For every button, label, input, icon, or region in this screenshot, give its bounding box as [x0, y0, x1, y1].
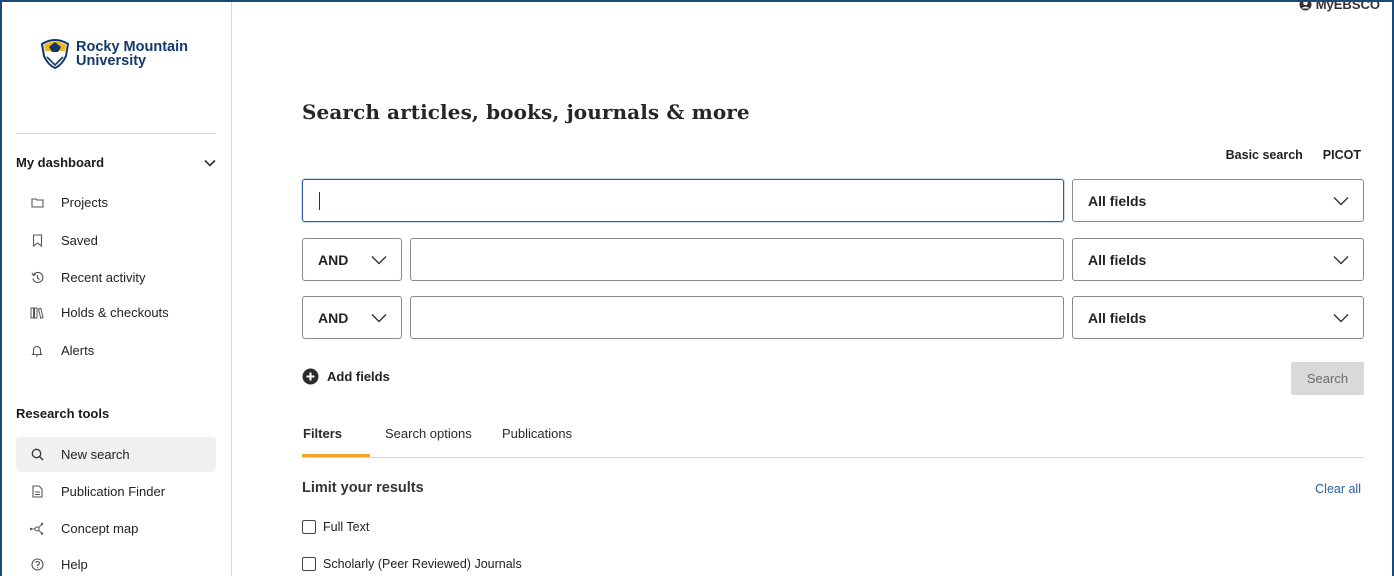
sidebar-item-holds-checkouts[interactable]: Holds & checkouts: [16, 295, 216, 330]
books-icon: [27, 307, 47, 319]
search-input-3[interactable]: [410, 296, 1064, 339]
sidebar-item-alerts[interactable]: Alerts: [16, 333, 216, 368]
field-select-1[interactable]: All fields: [1072, 179, 1364, 222]
sidebar-item-help[interactable]: Help: [16, 547, 216, 576]
options-tabs: Filters Search options Publications: [302, 420, 1364, 458]
university-logo[interactable]: Rocky Mountain University: [38, 38, 188, 70]
bell-icon: [27, 344, 47, 357]
shield-logo-icon: [40, 39, 70, 70]
search-icon: [27, 448, 47, 461]
scholarly-journals-filter[interactable]: Scholarly (Peer Reviewed) Journals: [302, 557, 522, 571]
brand-line-1: Rocky Mountain: [76, 39, 188, 55]
sidebar-item-label: Projects: [61, 195, 108, 210]
tab-publications[interactable]: Publications: [502, 426, 572, 441]
picot-link[interactable]: PICOT: [1323, 148, 1361, 162]
sidebar-item-label: Concept map: [61, 521, 139, 536]
sidebar-item-recent-activity[interactable]: Recent activity: [16, 260, 216, 295]
active-tab-indicator: [302, 454, 370, 457]
scholarly-journals-checkbox[interactable]: [302, 557, 316, 571]
chevron-down-icon: [371, 313, 387, 322]
chevron-down-icon: [1333, 313, 1349, 322]
brand-line-2: University: [76, 53, 147, 69]
plus-circle-icon: [302, 368, 319, 385]
checkbox-label: Scholarly (Peer Reviewed) Journals: [323, 557, 522, 571]
sidebar-item-label: Alerts: [61, 343, 95, 358]
document-icon: [27, 485, 47, 498]
bookmark-icon: [27, 234, 47, 247]
chevron-down-icon: [204, 159, 216, 167]
field-select-value: All fields: [1088, 192, 1147, 209]
sidebar-item-label: Help: [61, 557, 88, 572]
sidebar-item-label: Holds & checkouts: [61, 305, 169, 320]
page-title: Search articles, books, journals & more: [302, 100, 750, 124]
field-select-2[interactable]: All fields: [1072, 238, 1364, 281]
search-input-2[interactable]: [410, 238, 1064, 281]
operator-select-2[interactable]: AND: [302, 238, 402, 281]
sidebar-item-new-search[interactable]: New search: [16, 437, 216, 472]
myebsco-label: MyEBSCO: [1315, 0, 1380, 12]
field-select-value: All fields: [1088, 309, 1147, 326]
app-window: Rocky Mountain University My dashboard P…: [0, 0, 1394, 576]
history-icon: [27, 271, 47, 284]
chevron-down-icon: [371, 255, 387, 264]
operator-select-3[interactable]: AND: [302, 296, 402, 339]
sidebar-item-label: Saved: [61, 233, 98, 248]
my-dashboard-label: My dashboard: [16, 155, 105, 170]
sidebar: Rocky Mountain University My dashboard P…: [2, 2, 232, 576]
sidebar-item-label: Publication Finder: [61, 484, 166, 499]
full-text-checkbox[interactable]: [302, 520, 316, 534]
chevron-down-icon: [1333, 255, 1349, 264]
search-button[interactable]: Search: [1291, 362, 1364, 395]
sidebar-item-concept-map[interactable]: Concept map: [16, 511, 216, 546]
sidebar-item-projects[interactable]: Projects: [16, 185, 216, 220]
field-select-3[interactable]: All fields: [1072, 296, 1364, 339]
folder-icon: [27, 197, 47, 208]
limit-results-heading: Limit your results: [302, 480, 424, 496]
sidebar-item-label: New search: [61, 447, 130, 462]
myebsco-link[interactable]: MyEBSCO: [1299, 0, 1380, 12]
research-tools-label: Research tools: [16, 406, 110, 421]
add-fields-label: Add fields: [327, 369, 390, 384]
research-tools-heading: Research tools: [16, 406, 216, 421]
add-fields-button[interactable]: Add fields: [302, 368, 390, 385]
full-text-filter[interactable]: Full Text: [302, 520, 369, 534]
sidebar-item-label: Recent activity: [61, 270, 146, 285]
basic-search-link[interactable]: Basic search: [1226, 148, 1303, 162]
search-input-1[interactable]: [302, 179, 1064, 222]
operator-value: AND: [318, 251, 349, 268]
sidebar-divider: [16, 133, 216, 134]
clear-all-link[interactable]: Clear all: [1315, 482, 1361, 496]
operator-value: AND: [318, 309, 349, 326]
tab-filters[interactable]: Filters: [303, 426, 342, 441]
tab-search-options[interactable]: Search options: [385, 426, 472, 441]
text-caret: [319, 192, 320, 210]
chevron-down-icon: [1333, 196, 1349, 205]
sidebar-item-saved[interactable]: Saved: [16, 223, 216, 258]
sidebar-item-publication-finder[interactable]: Publication Finder: [16, 474, 216, 509]
help-icon: [27, 558, 47, 571]
network-icon: [27, 522, 47, 535]
user-circle-icon: [1299, 2, 1312, 11]
field-select-value: All fields: [1088, 251, 1147, 268]
search-mode-links: Basic search PICOT: [1226, 148, 1361, 162]
my-dashboard-heading[interactable]: My dashboard: [16, 155, 216, 170]
checkbox-label: Full Text: [323, 520, 370, 534]
